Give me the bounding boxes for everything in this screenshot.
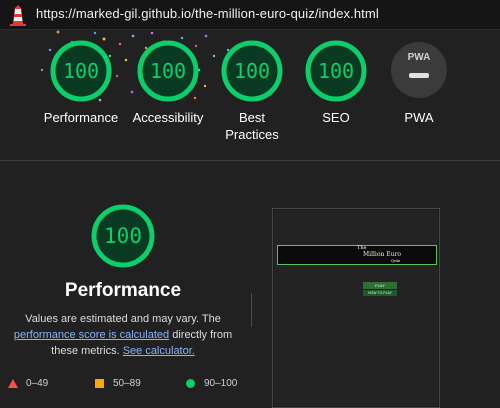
vertical-separator bbox=[251, 293, 252, 327]
section-divider bbox=[0, 160, 500, 161]
seo-score: 100 bbox=[317, 59, 355, 83]
legend-pass-range: 90–100 bbox=[204, 378, 238, 389]
screenshot-background bbox=[274, 210, 438, 406]
description-prefix: Values are estimated and may vary. The bbox=[25, 313, 221, 325]
performance-detail-score: 100 bbox=[104, 224, 142, 248]
accessibility-label[interactable]: Accessibility bbox=[113, 109, 223, 126]
pwa-badge-dash-icon bbox=[409, 73, 429, 78]
best-practices-score: 100 bbox=[233, 59, 271, 83]
report-url[interactable]: https://marked-gil.github.io/the-million… bbox=[36, 6, 379, 21]
performance-detail-title: Performance bbox=[64, 280, 182, 301]
pass-circle-icon bbox=[186, 379, 195, 388]
pwa-badge-text: PWA bbox=[407, 52, 431, 63]
score-calculated-link[interactable]: performance score is calculated bbox=[14, 329, 169, 341]
screenshot-how-to-play-button: HOW TO PLAY bbox=[363, 290, 397, 296]
lighthouse-icon bbox=[10, 5, 26, 26]
pwa-badge[interactable]: PWA bbox=[391, 42, 447, 98]
best-practices-gauge[interactable]: 100 bbox=[220, 39, 284, 103]
page-screenshot[interactable]: The Million Euro Quiz PLAY HOW TO PLAY bbox=[272, 208, 440, 408]
performance-detail-gauge: 100 bbox=[90, 203, 156, 269]
legend-average-range: 50–89 bbox=[113, 378, 141, 389]
performance-score: 100 bbox=[62, 59, 100, 83]
see-calculator-link[interactable]: See calculator. bbox=[123, 345, 195, 357]
legend-fail-range: 0–49 bbox=[26, 378, 49, 389]
accessibility-gauge[interactable]: 100 bbox=[136, 39, 200, 103]
performance-description: Values are estimated and may vary. The p… bbox=[8, 311, 238, 359]
accessibility-score: 100 bbox=[149, 59, 187, 83]
pwa-label[interactable]: PWA bbox=[364, 109, 474, 126]
performance-gauge[interactable]: 100 bbox=[49, 39, 113, 103]
seo-gauge[interactable]: 100 bbox=[304, 39, 368, 103]
fail-triangle-icon bbox=[8, 379, 18, 388]
average-square-icon bbox=[95, 379, 104, 388]
best-practices-label[interactable]: Best Practices bbox=[217, 109, 287, 143]
report-header: https://marked-gil.github.io/the-million… bbox=[0, 0, 500, 30]
screenshot-play-button: PLAY bbox=[363, 282, 397, 289]
screenshot-title-main: Million Euro bbox=[363, 251, 401, 258]
screenshot-title-quiz: Quiz bbox=[391, 258, 401, 263]
